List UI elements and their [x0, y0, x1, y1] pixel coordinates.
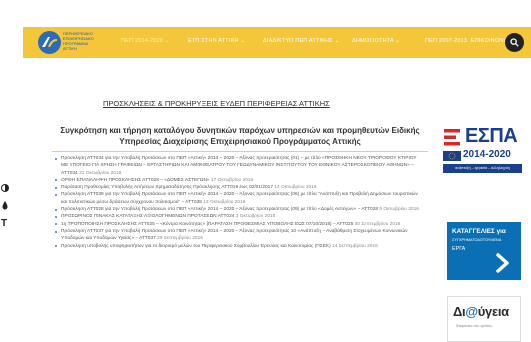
espa-tagline: ανάπτυξη – εργασία – αλληλεγγύη [443, 164, 522, 173]
news-item-date: 3 Οκτωβρίου 2016 [235, 214, 276, 220]
logo-icon[interactable] [38, 31, 61, 54]
news-item-date: 30 Σεπτεμβρίου 2016 [354, 221, 401, 227]
text-size-icon: T [1, 218, 7, 229]
nav-item-pep-2007-2013[interactable]: ΠΕΠ 2007-2013 [425, 38, 467, 44]
diavgeia-prefix: Δι [453, 304, 466, 319]
nav-item-diadiktyo[interactable]: ΔΙΑΔΙΚΤΥΟ ΠΕΠ ΑΤΤΙΚΗΣ ⌄ [263, 38, 339, 44]
news-item-text[interactable]: Πρόσκληση ΑΤΤ028 για την Υποβολή Προτάσε… [61, 207, 378, 212]
diavgeia-logo: Δι@ύγεια [453, 304, 509, 319]
news-item[interactable]: ΠΡΟΣΩΡΙΝΟΣ ΠΙΝΑΚΑΣ ΚΑΤΑΤΑΞΗΣ ΑΞΙΟΛΟΓΗΜΕΝ… [55, 213, 423, 220]
news-item-text[interactable]: Πρόσκληση υποβολής υποψηφιοτήτων για το … [61, 244, 331, 249]
news-item-date: 14 Οκτωβρίου 2016 [274, 185, 317, 191]
nav-item-dimosiotita[interactable]: ΔΗΜΟΣΙΟΤΗΤΑ ⌄ [352, 38, 400, 44]
eu-flag-icon [443, 151, 461, 161]
search-button[interactable] [505, 33, 524, 52]
news-item-text[interactable]: Πρόσκληση ΑΤΤ037 για την Υποβολή Προτάσε… [61, 229, 407, 241]
chevron-right-icon [496, 253, 509, 273]
espa-word: ΕΣΠΑ [465, 125, 518, 147]
complaints-erga: ΕΡΓΑ [452, 246, 466, 252]
logo-text: ΠΕΡΙΦΕΡΕΙΑΚΟ ΕΠΙΧΕΙΡΗΣΙΑΚΟ ΠΡΟΓΡΑΜΜΑ ΑΤΤ… [63, 31, 94, 51]
nav-item-epikoinonia[interactable]: ΕΠΙΚΟΙΝΩΝΙΑ [471, 38, 509, 44]
espa-flag-icon [444, 129, 460, 146]
news-item-text[interactable]: Παράταση Προθεσμίας Υποβολής Αιτήσεων Χρ… [61, 185, 273, 190]
news-item-date: 21 Οκτωβρίου 2016 [79, 170, 122, 176]
diavgeia-banner[interactable]: Δι@ύγεια διαφάνεια στο κράτος [447, 296, 521, 342]
news-item-text[interactable]: ΠΡΟΣΩΡΙΝΟΣ ΠΙΝΑΚΑΣ ΚΑΤΑΤΑΞΗΣ ΑΞΙΟΛΟΓΗΜΕΝ… [61, 214, 234, 219]
contrast-icon [1, 184, 9, 192]
news-item-date: 5 Οκτωβρίου 2016 [379, 207, 419, 213]
text-size-label: T [1, 218, 7, 229]
complaints-subtitle: ΣΥΓΧΡΗΜΑΤΟΔΟΤΟΥΜΕΝΑ [452, 238, 502, 242]
search-icon [510, 38, 519, 47]
complaints-title: ΚΑΤΑΓΓΕΛΙΕΣ για [452, 228, 506, 235]
news-item[interactable]: Πρόσκληση ΑΤΤ037 για την Υποβολή Προτάσε… [55, 228, 423, 243]
espa-years: 2014-2020 [463, 149, 511, 160]
complaints-banner[interactable]: ΚΑΤΑΓΓΕΛΙΕΣ για ΣΥΓΧΡΗΜΑΤΟΔΟΤΟΥΜΕΝΑ ΕΡΓΑ [447, 222, 521, 280]
nav-item-etp-attiki[interactable]: ΕΤΠ ΣΤΗΝ ΑΤΤΙΚΗ ⌄ [188, 38, 245, 44]
news-item[interactable]: 1η ΤΡΟΠΟΠΟΙΗΣΗ ΠΡΟΣΚΛΗΣΗΣ ΑΤΤ025 – «Κέντ… [55, 221, 423, 228]
news-item-text[interactable]: 1η ΤΡΟΠΟΠΟΙΗΣΗ ΠΡΟΣΚΛΗΣΗΣ ΑΤΤ025 – «Κέντ… [61, 222, 353, 227]
news-item-date: 29 Σεπτεμβρίου 2016 [157, 236, 203, 242]
news-list: Πρόσκληση ΑΤΤ034 για την Υποβολή Προτάσε… [55, 155, 423, 250]
page-heading[interactable]: Συγκρότηση και τήρηση καταλόγου δυνητικώ… [60, 125, 420, 147]
news-item[interactable]: Παράταση Προθεσμίας Υποβολής Αιτήσεων Χρ… [55, 184, 423, 191]
grayscale-button[interactable] [0, 198, 10, 212]
news-item-date: 14 Σεπτεμβρίου 2016 [332, 243, 378, 249]
nav-item-pep-2014-2020[interactable]: ΠΕΠ 2014-2020 ⌄ [121, 38, 170, 44]
text-size-button[interactable]: T [0, 215, 10, 229]
news-item[interactable]: Πρόσκληση ΑΤΤ038 για την Υποβολή Προτάσε… [55, 191, 423, 206]
diavgeia-suffix: ύγεια [477, 304, 509, 319]
news-item[interactable]: Πρόσκληση ΑΤΤ028 για την Υποβολή Προτάσε… [55, 206, 423, 213]
contrast-button[interactable] [0, 181, 10, 195]
diavgeia-tagline: διαφάνεια στο κράτος [456, 324, 493, 328]
grayscale-icon [2, 201, 8, 210]
main-navbar: ΠΕΡΙΦΕΡΕΙΑΚΟ ΕΠΙΧΕΙΡΗΣΙΑΚΟ ΠΡΟΓΡΑΜΜΑ ΑΤΤ… [23, 27, 531, 58]
news-item-text[interactable]: ΟΡΘΗ ΕΠΑΝΑΛΗΨΗ ΠΡΟΣΚΛΗΣΗΣ ΑΤΤ028 – «ΔΟΜΕ… [61, 178, 210, 183]
diavgeia-at: @ [465, 304, 478, 319]
news-item[interactable]: Πρόσκληση ΑΤΤ034 για την Υποβολή Προτάσε… [55, 155, 423, 177]
accessibility-toolbar: T [0, 181, 10, 237]
news-item-date: 17 Οκτωβρίου 2016 [210, 177, 254, 183]
section-title[interactable]: ΠΡΟΣΚΛΗΣΕΙΣ & ΠΡΟΚΗΡΥΞΕΙΣ ΕΥΔΕΠ ΠΕΡΙΦΕΡΕ… [103, 99, 330, 108]
espa-banner[interactable]: ΕΣΠΑ 2014-2020 ανάπτυξη – εργασία – αλλη… [443, 125, 523, 177]
news-item[interactable]: Πρόσκληση υποβολής υποψηφιοτήτων για το … [55, 243, 423, 250]
divider [52, 151, 428, 152]
news-item-date: 13 Οκτωβρίου 2016 [203, 199, 246, 205]
news-item[interactable]: ΟΡΘΗ ΕΠΑΝΑΛΗΨΗ ΠΡΟΣΚΛΗΣΗΣ ΑΤΤ028 – «ΔΟΜΕ… [55, 177, 423, 184]
